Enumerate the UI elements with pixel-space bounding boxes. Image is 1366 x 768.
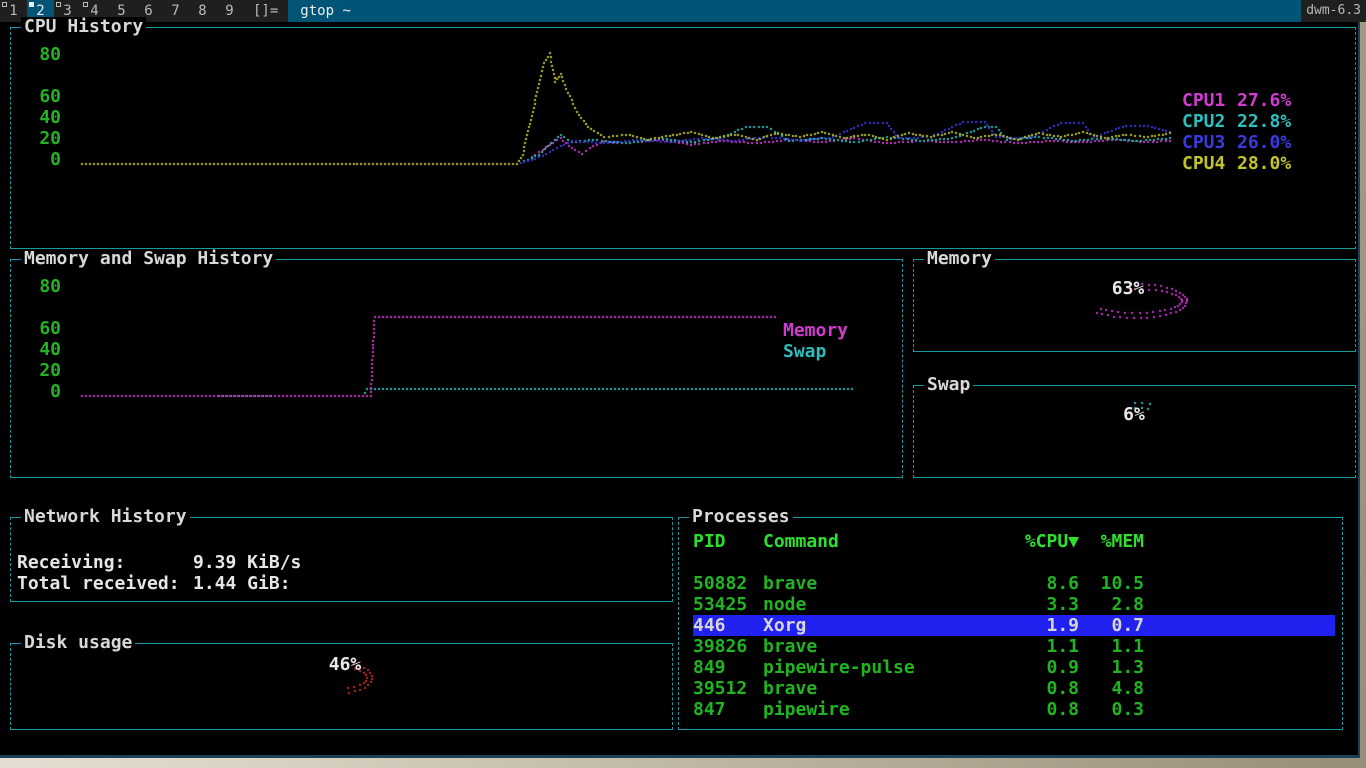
memory-gauge-chart [914,260,1355,351]
cell-mem: 0.3 [1044,699,1144,720]
tag-client-indicator [83,2,88,7]
tag-label: 7 [171,3,179,19]
cell-command: pipewire [763,699,850,720]
cell-command: brave [763,636,817,657]
cell-pid: 446 [693,615,726,636]
process-row-50882[interactable]: 50882brave8.610.5 [693,573,1335,594]
terminal-window: CPU History 806040200CPU127.6%CPU222.8%C… [0,22,1360,758]
window-title[interactable]: gtop ~ [288,0,1301,22]
cpu-legend-cpu3: CPU326.0% [1182,133,1291,153]
tag-client-indicator [29,2,34,7]
cell-pid: 53425 [693,594,747,615]
y-axis-tick: 40 [27,108,61,128]
process-row-39512[interactable]: 39512brave0.84.8 [693,678,1335,699]
network-history-title: Network History [21,507,190,527]
cpu-history-panel: CPU History 806040200CPU127.6%CPU222.8%C… [10,27,1356,249]
cell-pid: 39826 [693,636,747,657]
cell-mem: 1.1 [1044,636,1144,657]
cell-pid: 847 [693,699,726,720]
y-axis-tick: 0 [27,382,61,402]
process-row-849[interactable]: 849pipewire-pulse0.91.3 [693,657,1335,678]
total-received-label: Total received: [17,573,180,594]
y-axis-tick: 60 [27,319,61,339]
cell-pid: 849 [693,657,726,678]
tag-label: 8 [198,3,206,19]
cell-pid: 50882 [693,573,747,594]
disk-gauge-value: 46% [275,655,415,675]
memory-gauge-value: 63% [1058,279,1198,299]
y-axis-tick: 60 [27,87,61,107]
cpu-legend-cpu2: CPU222.8% [1182,112,1291,132]
cell-command: Xorg [763,615,806,636]
workspace-tag-7[interactable]: 7 [162,0,189,22]
cell-command: brave [763,678,817,699]
receiving-label: Receiving: [17,552,125,573]
disk-usage-panel: Disk usage 46% [10,643,673,730]
layout-symbol[interactable]: []= [243,0,288,22]
cell-mem: 4.8 [1044,678,1144,699]
cell-pid: 39512 [693,678,747,699]
memory-gauge-panel: Memory 63% [913,259,1356,352]
y-axis-tick: 80 [27,277,61,297]
swap-gauge-value: 6% [1064,405,1204,425]
swap-gauge-panel: Swap 6% [913,385,1356,478]
cpu-legend-cpu1: CPU127.6% [1182,91,1291,111]
cell-mem: 10.5 [1044,573,1144,594]
tag-label: 1 [9,3,17,19]
tag-client-indicator [56,2,61,7]
column-mem[interactable]: %MEM [1044,531,1144,552]
dwm-bar: 123456789 []= gtop ~ dwm-6.3 [0,0,1366,22]
y-axis-tick: 0 [27,150,61,170]
y-axis-tick: 40 [27,340,61,360]
tag-label: 9 [225,3,233,19]
cell-mem: 2.8 [1044,594,1144,615]
column-pid[interactable]: PID [693,531,726,552]
process-row-53425[interactable]: 53425node3.32.8 [693,594,1335,615]
cell-command: brave [763,573,817,594]
cell-command: pipewire-pulse [763,657,915,678]
processes-title: Processes [689,507,793,527]
process-row-847[interactable]: 847pipewire0.80.3 [693,699,1335,720]
memory-swap-history-panel: Memory and Swap History 806040200MemoryS… [10,259,903,478]
cpu-legend-cpu4: CPU428.0% [1182,154,1291,174]
cell-mem: 1.3 [1044,657,1144,678]
cpu-history-chart [11,28,1355,248]
memswap-legend-swap: Swap [783,342,826,362]
column-command[interactable]: Command [763,531,839,552]
process-row-446[interactable]: 446Xorg1.90.7 [693,615,1335,636]
receiving-value: 9.39 KiB/s [193,552,301,573]
status-text: dwm-6.3 [1301,0,1366,22]
y-axis-tick: 20 [27,361,61,381]
memory-swap-history-chart [11,260,902,477]
network-history-panel: Network History Receiving: 9.39 KiB/s To… [10,517,673,602]
y-axis-tick: 80 [27,45,61,65]
y-axis-tick: 20 [27,129,61,149]
total-received-value: 1.44 GiB: [193,573,291,594]
network-receiving-row: Receiving: 9.39 KiB/s [17,552,667,573]
processes-panel: Processes PID Command %CPU▼ %MEM 50882br… [678,517,1343,730]
tag-client-indicator [2,2,7,7]
workspace-tag-9[interactable]: 9 [216,0,243,22]
cell-command: node [763,594,806,615]
memswap-legend-memory: Memory [783,321,848,341]
process-row-39826[interactable]: 39826brave1.11.1 [693,636,1335,657]
workspace-tag-8[interactable]: 8 [189,0,216,22]
network-total-row: Total received: 1.44 GiB: [17,573,667,594]
process-table-header: PID Command %CPU▼ %MEM [693,531,1335,552]
swap-gauge-chart [914,386,1355,477]
cell-mem: 0.7 [1044,615,1144,636]
